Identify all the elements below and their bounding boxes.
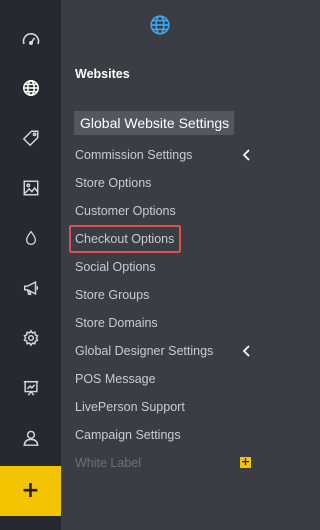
websites-panel: Websites Global Website Settings Commiss… [61, 0, 260, 530]
image-icon [22, 179, 40, 197]
menu-header-global-website-settings[interactable]: Global Website Settings [74, 111, 234, 135]
globe-icon [149, 14, 171, 36]
highlight-box [69, 225, 181, 253]
menu-item-white-label: White Label + [75, 453, 260, 473]
menu-item-global-designer-settings[interactable]: Global Designer Settings [75, 341, 260, 361]
user-icon [22, 429, 40, 447]
chevron-left-icon [242, 344, 251, 358]
menu-item-label: Customer Options [75, 204, 176, 218]
gear-icon [22, 329, 40, 347]
menu-item-label: Store Groups [75, 288, 150, 302]
chevron-left-icon [242, 148, 251, 162]
add-badge-icon[interactable]: + [240, 456, 251, 468]
rail-footer [0, 516, 61, 530]
menu-item-pos-message[interactable]: POS Message [75, 369, 260, 389]
rail-item-images[interactable] [0, 163, 61, 213]
menu-item-social-options[interactable]: Social Options [75, 257, 260, 277]
menu-item-liveperson-support[interactable]: LivePerson Support [75, 397, 260, 417]
menu-item-label: Store Options [75, 176, 152, 190]
menu-item-label: POS Message [75, 372, 156, 386]
rail-item-websites[interactable] [0, 63, 61, 113]
menu-item-label: Global Designer Settings [75, 344, 214, 358]
menu-item-customer-options[interactable]: Customer Options [75, 201, 260, 221]
add-button[interactable]: + [0, 466, 61, 516]
menu-item-label: Store Domains [75, 316, 158, 330]
presentation-icon [22, 379, 40, 397]
rail-item-colors[interactable] [0, 213, 61, 263]
rail-item-marketing[interactable] [0, 263, 61, 313]
plus-icon: + [21, 478, 40, 503]
menu-item-store-domains[interactable]: Store Domains [75, 313, 260, 333]
dashboard-gauge-icon [21, 30, 41, 50]
icon-rail: + [0, 0, 61, 530]
rail-item-dashboard[interactable] [0, 15, 61, 65]
globe-icon [22, 79, 40, 97]
megaphone-icon [22, 279, 40, 297]
app-root: + Websites Global Website Settings Commi… [0, 0, 260, 530]
rail-item-settings[interactable] [0, 313, 61, 363]
rail-item-account[interactable] [0, 413, 61, 463]
menu-item-store-groups[interactable]: Store Groups [75, 285, 260, 305]
rail-item-reports[interactable] [0, 363, 61, 413]
menu-item-commission-settings[interactable]: Commission Settings [75, 145, 260, 165]
menu-item-store-options[interactable]: Store Options [75, 173, 260, 193]
menu-item-label: Social Options [75, 260, 156, 274]
menu-item-label: White Label [75, 456, 142, 470]
menu-item-label: Commission Settings [75, 148, 193, 162]
menu-item-label: Campaign Settings [75, 428, 181, 442]
menu-item-campaign-settings[interactable]: Campaign Settings [75, 425, 260, 445]
tag-icon [22, 129, 40, 147]
menu-item-label: LivePerson Support [75, 400, 185, 414]
rail-item-tags[interactable] [0, 113, 61, 163]
panel-title: Websites [75, 67, 130, 81]
water-drop-icon [23, 229, 39, 247]
